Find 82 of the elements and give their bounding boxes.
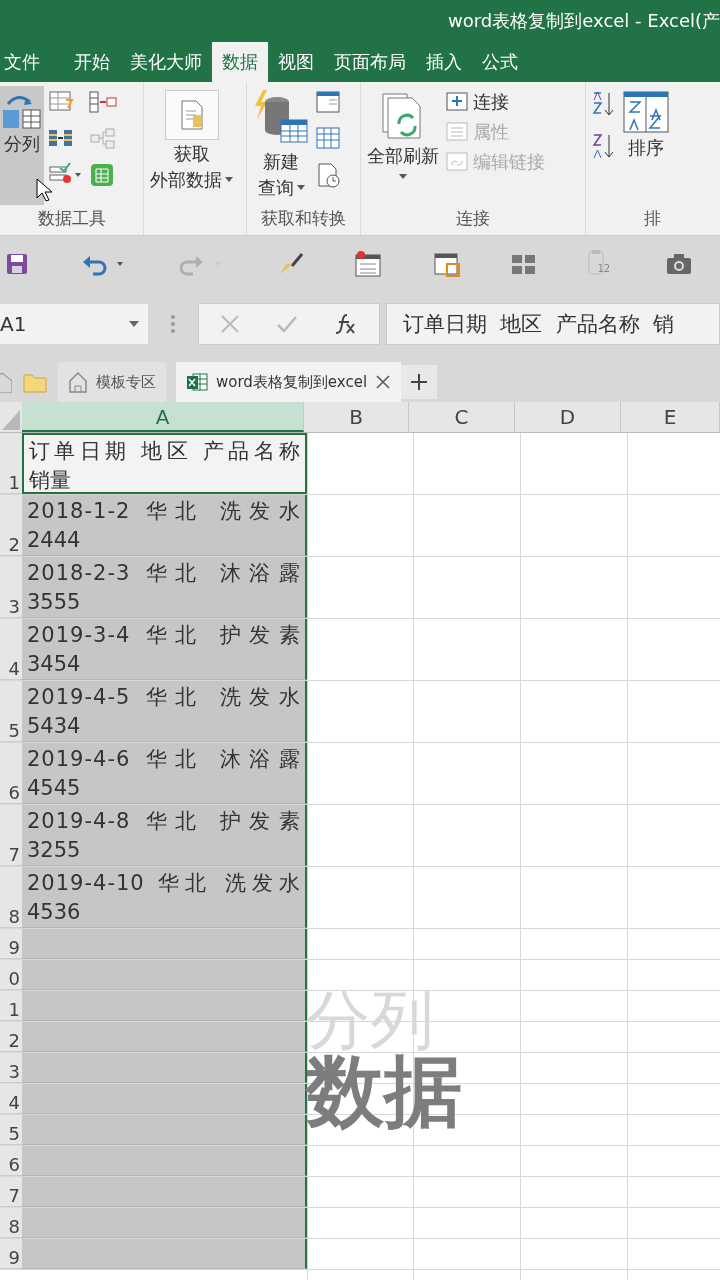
group-label: 获取和转换 — [261, 207, 346, 230]
ribbon-tab[interactable]: 数据 — [212, 42, 268, 82]
table-cell: 2019-4-10 华北 洗发水 4536 — [22, 867, 307, 928]
refresh-all-button[interactable]: 全部刷新 — [365, 86, 441, 205]
grid-icon[interactable] — [511, 252, 537, 276]
row-header[interactable]: 9 — [0, 1239, 22, 1269]
camera-icon[interactable] — [666, 253, 692, 275]
row-header[interactable]: 5 — [0, 1115, 22, 1145]
column-header[interactable]: A — [22, 402, 305, 432]
column-header[interactable]: C — [409, 402, 516, 432]
data-validation-icon — [48, 162, 84, 186]
formula-field[interactable]: 订单日期 地区 产品名称 销 — [386, 303, 720, 345]
table-icon — [315, 126, 341, 150]
table-cell: 订单日期 地区 产品名称 销量 — [22, 433, 307, 494]
row-header[interactable]: 4 — [0, 619, 22, 680]
table-cell: 2019-3-4 华北 护发素 3454 — [22, 619, 307, 680]
recent-sources-icon — [315, 162, 341, 188]
mouse-cursor-icon — [36, 178, 52, 202]
row-header[interactable]: 4 — [0, 1084, 22, 1114]
row-header[interactable]: 8 — [0, 867, 22, 928]
column-header[interactable]: E — [621, 402, 720, 432]
new-tab-icon[interactable] — [401, 365, 438, 399]
table-icon — [315, 90, 341, 114]
table-cell: 2018-2-3 华北 沐浴露 3555 — [22, 557, 307, 618]
row-header[interactable]: 1 — [0, 991, 22, 1021]
table-cell: 2019-4-8 华北 护发素 3255 — [22, 805, 307, 866]
text-to-columns-button[interactable]: 分列 — [0, 86, 44, 205]
flash-fill-icon — [48, 90, 74, 114]
row-header[interactable]: 5 — [0, 681, 22, 742]
function-icon[interactable] — [333, 312, 357, 336]
table-cell: 2019-4-5 华北 洗发水 5434 — [22, 681, 307, 742]
row-header[interactable]: 7 — [0, 805, 22, 866]
row-header[interactable]: 1 — [0, 433, 22, 494]
form-icon[interactable] — [432, 250, 461, 278]
drag-handle-icon[interactable] — [170, 314, 176, 334]
ribbon-tab[interactable]: 插入 — [416, 42, 472, 82]
group-label: 排 — [643, 207, 662, 230]
ribbon-tab[interactable]: 视图 — [268, 42, 324, 82]
document-tab[interactable]: word表格复制到excel — [176, 362, 402, 402]
window-title: word表格复制到excel - Excel(产 — [448, 9, 720, 33]
name-box[interactable]: A1 — [0, 304, 148, 344]
relationships-icon — [88, 126, 118, 150]
close-icon[interactable] — [375, 374, 392, 390]
document-tab[interactable]: 模板专区 — [58, 362, 166, 402]
connection-icon — [445, 91, 469, 113]
row-header[interactable]: 3 — [0, 1053, 22, 1083]
get-external-data-button[interactable]: 获取 外部数据 — [148, 86, 235, 205]
calendar-icon[interactable] — [354, 250, 382, 278]
properties-icon — [445, 121, 469, 143]
ribbon-tab[interactable]: 开始 — [64, 42, 120, 82]
row-header[interactable]: 2 — [0, 1022, 22, 1052]
sort-button[interactable]: 排序 — [620, 86, 672, 205]
new-query-button[interactable]: 新建 查询 — [251, 86, 311, 205]
ribbon-tab[interactable]: 公式 — [472, 42, 528, 82]
table-cell: 2018-1-2 华北 洗发水 2444 — [22, 495, 307, 556]
row-header[interactable]: 6 — [0, 1146, 22, 1176]
row-header[interactable]: 0 — [0, 960, 22, 990]
home-icon — [68, 371, 88, 393]
ribbon-tab[interactable]: 文件 — [0, 42, 50, 82]
save-icon[interactable] — [6, 252, 30, 276]
ribbon-button[interactable]: 连接 — [445, 90, 545, 114]
group-label: 连接 — [456, 207, 490, 230]
row-header[interactable]: 6 — [0, 743, 22, 804]
row-header[interactable]: 3 — [0, 557, 22, 618]
row-header[interactable]: 7 — [0, 1177, 22, 1207]
sort-icon — [622, 90, 670, 134]
table-cell: 2019-4-6 华北 沐浴露 4545 — [22, 743, 307, 804]
column-header[interactable]: D — [515, 402, 621, 432]
spreadsheet-file-icon — [186, 371, 208, 393]
row-header[interactable]: 8 — [0, 1208, 22, 1238]
group-label: 数据工具 — [37, 207, 106, 230]
column-header[interactable]: B — [304, 402, 410, 432]
ribbon-tab[interactable]: 页面布局 — [324, 42, 416, 82]
row-header[interactable]: 9 — [0, 929, 22, 959]
ribbon-tab[interactable]: 美化大师 — [120, 42, 212, 82]
brush-icon[interactable] — [277, 252, 304, 276]
document-icon — [164, 90, 219, 140]
edit-links-icon — [445, 151, 469, 173]
caret-icon — [128, 320, 140, 328]
consolidate-icon — [88, 90, 118, 114]
row-header[interactable]: 2 — [0, 495, 22, 556]
home-icon[interactable] — [0, 371, 12, 393]
